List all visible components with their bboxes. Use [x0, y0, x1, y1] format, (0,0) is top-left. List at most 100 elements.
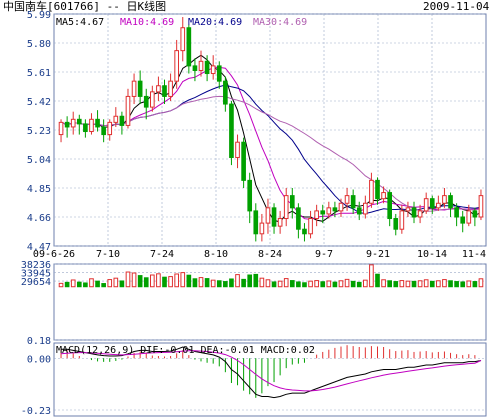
- price-y-tick-label: 4.66: [27, 213, 51, 224]
- candle-body: [436, 202, 441, 209]
- candle-body: [442, 195, 447, 204]
- candle-body: [70, 118, 76, 128]
- candle-body: [381, 192, 386, 200]
- volume-bar: [411, 280, 417, 288]
- volume-bar: [137, 275, 143, 288]
- candle-body: [302, 228, 307, 235]
- candle-body: [423, 198, 429, 212]
- candle-body: [83, 123, 88, 133]
- candle-body: [393, 218, 399, 230]
- price-x-tick-label: 10-14: [417, 249, 447, 260]
- volume-bar: [320, 281, 326, 288]
- volume-bar: [241, 278, 246, 288]
- volume-grid: [54, 263, 486, 341]
- price-x-tick-label: 9-21: [366, 249, 390, 260]
- volume-bar: [454, 281, 459, 288]
- candle-body: [429, 198, 435, 209]
- candle-body: [363, 202, 368, 215]
- candle-body: [314, 210, 319, 220]
- candle-body: [338, 202, 344, 212]
- volume-bar: [326, 280, 332, 288]
- candle-body: [399, 210, 405, 230]
- macd-y-ticks: 0.00 -0.23: [21, 354, 51, 417]
- volume-bar: [89, 278, 94, 288]
- candle-body: [454, 207, 459, 218]
- candle-body: [356, 207, 362, 215]
- candle-body: [216, 65, 222, 82]
- candle-body: [95, 118, 100, 128]
- candle-body: [460, 216, 466, 224]
- volume-bar: [283, 278, 289, 288]
- volume-bar: [229, 278, 234, 288]
- stock-chart: 中国南车[601766] -- 日K线图 2009-11-04 5.995.80…: [3, 0, 490, 417]
- candle-body: [101, 126, 106, 136]
- volume-bar: [417, 280, 423, 288]
- candle-body: [198, 60, 204, 71]
- candle-body: [89, 118, 94, 133]
- candle-body: [405, 207, 411, 212]
- candle-body: [210, 65, 216, 75]
- volume-bar: [174, 273, 179, 288]
- candle-body: [448, 195, 453, 209]
- price-y-tick-label: 5.23: [27, 126, 51, 137]
- candle-body: [58, 121, 64, 136]
- candle-body: [344, 195, 350, 204]
- price-y-tick-label: 5.61: [27, 68, 51, 79]
- candle-body: [369, 179, 374, 204]
- price-x-tick-label: 8-24: [258, 249, 282, 260]
- price-x-tick-label: 11-4: [462, 249, 486, 260]
- candle-body: [265, 207, 271, 224]
- macd-label: MACD(12,26,9) DIF:-0.01 DEA:-0.01 MACD:0…: [56, 345, 315, 356]
- volume-bar: [369, 264, 374, 288]
- volume-bar: [387, 280, 392, 288]
- candle-body: [143, 95, 149, 108]
- volume-bar: [223, 281, 228, 288]
- candle-body: [387, 192, 392, 220]
- volume-bar: [350, 280, 356, 288]
- price-x-tick-label: 7-24: [150, 249, 174, 260]
- candle-body: [332, 207, 338, 212]
- volume-bar: [277, 280, 283, 288]
- volume-bar: [399, 280, 405, 288]
- candle-body: [271, 207, 277, 227]
- candle-body: [137, 80, 143, 97]
- candle-body: [241, 141, 246, 181]
- candle-body: [283, 195, 289, 220]
- candle-body: [289, 195, 295, 209]
- volume-bar: [58, 282, 64, 288]
- volume-bar: [64, 281, 70, 288]
- candle-body: [192, 65, 198, 71]
- price-x-ticks: 09-6-26 7-10 7-24 8-10 8-24 9-7 9-21 10-14 11-4: [33, 249, 486, 260]
- volume-bar: [308, 280, 313, 288]
- candle-body: [326, 207, 332, 215]
- volume-bar: [289, 280, 295, 288]
- volume-bar: [436, 280, 441, 288]
- candle-body: [253, 210, 259, 235]
- ma30-label: MA30:4.69: [253, 17, 307, 28]
- volume-y-tick-label: 0.18: [27, 336, 51, 347]
- volume-bar: [393, 281, 399, 288]
- volume-bar: [83, 282, 88, 288]
- volume-bar: [423, 279, 429, 288]
- volume-bar: [332, 281, 338, 288]
- volume-bar: [76, 281, 82, 288]
- volume-bar: [216, 280, 222, 288]
- volume-y-tick-label: 29654: [21, 277, 51, 288]
- candle-body: [76, 118, 82, 125]
- volume-bar: [204, 278, 210, 288]
- candle-body: [472, 210, 478, 218]
- candle-body: [131, 80, 137, 97]
- candle-body: [107, 121, 113, 136]
- volume-panel-frame: [53, 263, 487, 341]
- candle-body: [174, 50, 179, 82]
- candle-body: [229, 103, 234, 158]
- volume-bar: [259, 277, 265, 288]
- volume-bar: [448, 280, 453, 288]
- volume-bar: [472, 281, 478, 288]
- candle-body: [113, 115, 119, 123]
- volume-bar: [162, 276, 167, 288]
- candle-body: [119, 115, 125, 126]
- volume-y-ticks: 3823633945296540.18: [21, 260, 51, 347]
- volume-bar: [302, 282, 307, 288]
- candle-body: [277, 218, 283, 227]
